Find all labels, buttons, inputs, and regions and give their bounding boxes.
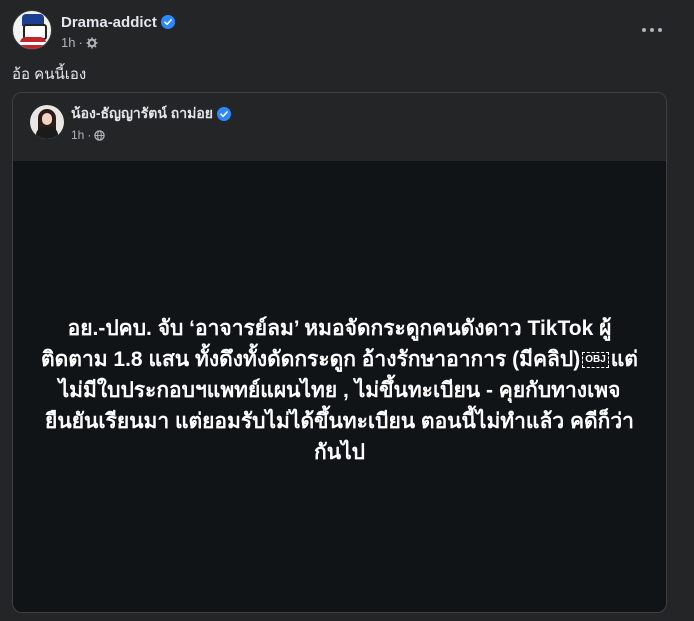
shared-post-header: น้อง-ธัญญารัตน์ ถาม่อย 1h · xyxy=(13,93,666,161)
post-subline: 1h · xyxy=(61,35,175,50)
object-replacement-glyph: OBJ xyxy=(582,352,609,369)
shared-post-card[interactable]: น้อง-ธัญญารัตน์ ถาม่อย 1h · อย.-ปคบ. จับ… xyxy=(12,92,667,613)
author-name-row: Drama-addict xyxy=(61,12,175,32)
author-name[interactable]: Drama-addict xyxy=(61,14,157,31)
shared-author-name[interactable]: น้อง-ธัญญารัตน์ ถาม่อย xyxy=(71,103,213,125)
shared-author-name-row: น้อง-ธัญญารัตน์ ถาม่อย xyxy=(71,105,231,123)
shared-post-subline: 1h · xyxy=(71,128,231,142)
shared-post-meta: น้อง-ธัญญารัตน์ ถาม่อย 1h · xyxy=(71,105,231,142)
shared-post-image[interactable]: อย.-ปคบ. จับ ‘อาจารย์ลม’ หมอจัดกระดูกคนด… xyxy=(13,161,666,612)
facebook-post: Drama-addict 1h · อ้อ คนนี้เอง น้อง-ธัญญ… xyxy=(0,0,694,621)
gear-icon xyxy=(86,37,98,48)
separator-dot: · xyxy=(87,128,92,142)
more-options-icon[interactable] xyxy=(642,22,662,38)
image-headline: อย.-ปคบ. จับ ‘อาจารย์ลม’ หมอจัดกระดูกคนด… xyxy=(35,313,645,468)
post-header: Drama-addict 1h · xyxy=(12,10,175,54)
post-timestamp[interactable]: 1h xyxy=(61,35,75,50)
separator-dot: · xyxy=(78,35,83,50)
author-avatar[interactable] xyxy=(12,10,52,50)
post-meta: Drama-addict 1h · xyxy=(61,10,175,54)
headline-part-1: อย.-ปคบ. จับ ‘อาจารย์ลม’ หมอจัดกระดูกคนด… xyxy=(41,317,612,371)
shared-post-timestamp[interactable]: 1h xyxy=(71,128,84,142)
verified-badge-icon xyxy=(217,107,231,121)
globe-icon xyxy=(94,129,106,141)
post-text: อ้อ คนนี้เอง xyxy=(12,66,87,83)
shared-author-avatar[interactable] xyxy=(30,105,64,139)
verified-badge-icon xyxy=(160,15,175,29)
